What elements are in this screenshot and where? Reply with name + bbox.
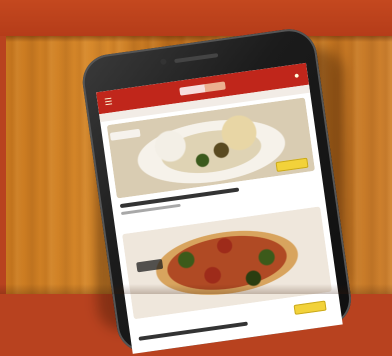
smartphone: ☰ ● bbox=[79, 25, 355, 356]
front-camera-icon bbox=[160, 58, 167, 66]
phone-screen: ☰ ● bbox=[96, 62, 343, 354]
dish-title bbox=[138, 321, 248, 341]
bottom-shade bbox=[0, 284, 392, 294]
top-banner bbox=[0, 0, 392, 36]
menu-card-pizza[interactable] bbox=[122, 206, 336, 346]
earpiece-speaker bbox=[174, 53, 219, 64]
order-button[interactable] bbox=[293, 300, 327, 315]
app-logo bbox=[179, 81, 226, 96]
cart-icon[interactable]: ● bbox=[291, 70, 302, 81]
menu-icon[interactable]: ☰ bbox=[103, 96, 114, 107]
